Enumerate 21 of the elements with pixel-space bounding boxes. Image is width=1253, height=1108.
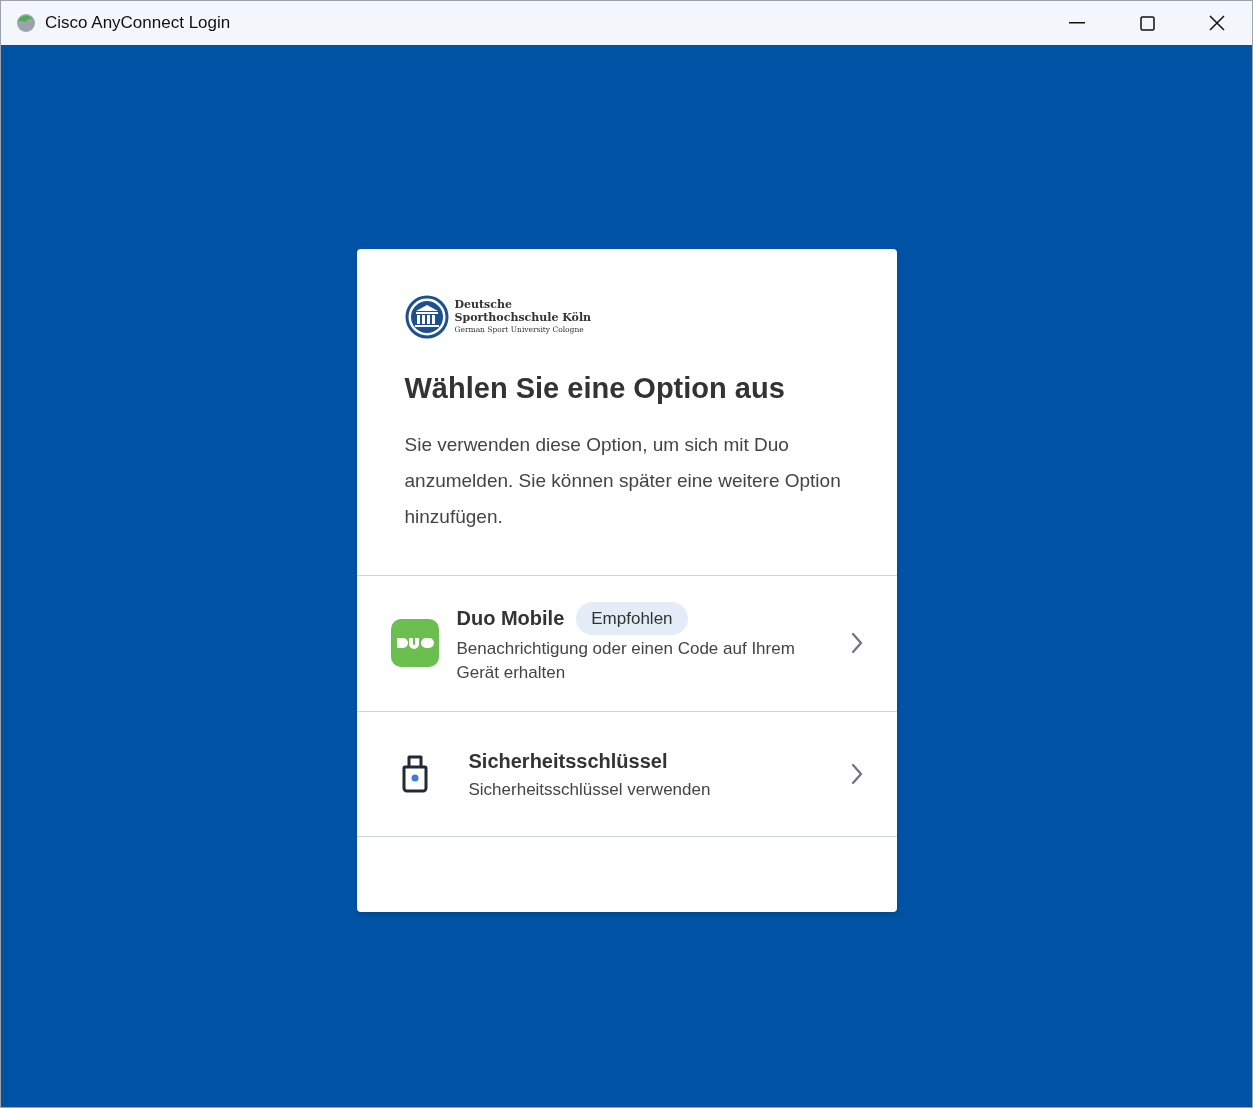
chevron-right-icon [850, 632, 863, 655]
page-heading: Wählen Sie eine Option aus [404, 371, 786, 406]
option-title: Sicherheitsschlüssel [468, 749, 668, 774]
recommended-badge: Empfohlen [576, 601, 688, 635]
university-name: Deutsche [454, 298, 513, 311]
minimize-icon [1069, 22, 1085, 24]
option-description: Sicherheitsschlüssel verwenden [468, 779, 712, 801]
option-title: Duo Mobile [456, 606, 565, 632]
chevron-right-icon [850, 763, 863, 785]
option-item[interactable]: Sicherheitsschlüssel Sicherheitsschlüssel verwenden [356, 712, 897, 837]
description-text: Sie verwenden diese Option, um sich mit Duo anzumelden. Sie können später eine weitere Option hinzufügen. [404, 432, 842, 529]
option-item[interactable]: Duo Mobile Empfohlen Benachrichtigung oder einen Code auf Ihrem Gerät erhalten [356, 575, 897, 712]
window-title: Cisco AnyConnect Login [45, 12, 231, 35]
security-key-icon [401, 755, 428, 793]
duo-app-icon [390, 619, 439, 668]
maximize-icon [1139, 15, 1155, 31]
app-globe-icon [15, 12, 37, 34]
close-icon [1209, 15, 1225, 31]
university-logo-icon [404, 295, 449, 339]
option-description: Benachrichtigung oder einen Code auf Ihrem Gerät erhalten [456, 638, 796, 684]
university-name: Sporthochschule Köln [454, 311, 592, 324]
